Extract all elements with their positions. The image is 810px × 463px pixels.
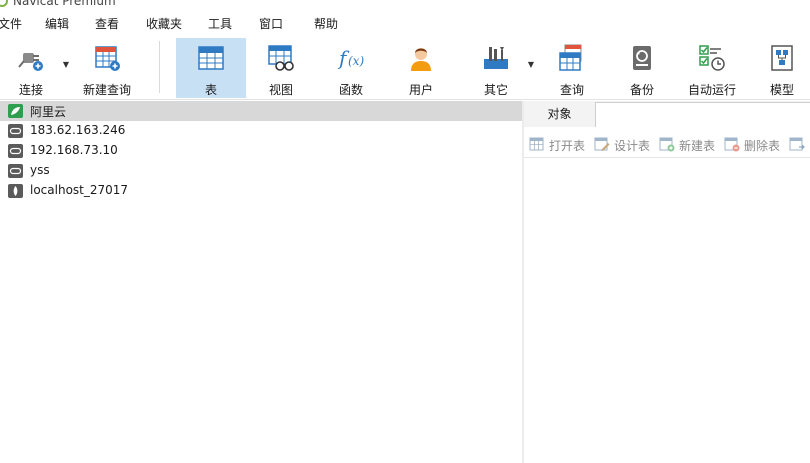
new-table-label: 新建表: [679, 139, 716, 153]
automation-button[interactable]: 自动运行: [677, 38, 747, 98]
connection-label: 192.168.73.10: [30, 143, 118, 157]
connect-button[interactable]: 连接: [4, 38, 58, 98]
user-button[interactable]: 用户: [386, 38, 456, 98]
user-label: 用户: [408, 83, 433, 97]
tab-strip: 对象: [524, 101, 810, 127]
new-table-icon: [659, 137, 675, 152]
connect-dropdown-arrow-icon[interactable]: ▼: [61, 60, 71, 70]
new-query-label: 新建查询: [82, 83, 131, 97]
main-toolbar: 连接 ▼ 新建查询 表 视图 f (x) 函数 用户 其它 ▼ 查询 备份 自动…: [0, 35, 810, 100]
connection-183-62-163-246[interactable]: 183.62.163.246: [0, 121, 522, 141]
backup-label: 备份: [629, 83, 654, 97]
table-icon: [198, 46, 224, 70]
menu-edit[interactable]: 编辑: [45, 15, 69, 32]
user-icon: [411, 48, 431, 71]
query-button[interactable]: 查询: [537, 38, 607, 98]
tab-object[interactable]: 对象: [524, 101, 595, 127]
model-button[interactable]: 模型: [752, 38, 810, 98]
connection-label: 183.62.163.246: [30, 123, 126, 137]
query-icon: [559, 44, 582, 71]
model-label: 模型: [769, 83, 794, 97]
toolbar-separator: [159, 41, 160, 93]
table-label: 表: [204, 83, 217, 97]
backup-button[interactable]: 备份: [607, 38, 677, 98]
menu-bar: 文件 编辑 查看 收藏夹 工具 窗口 帮助: [0, 11, 810, 35]
tab-empty-area: [595, 102, 810, 127]
connection-label: localhost_27017: [30, 183, 129, 197]
new-query-icon: [95, 46, 120, 71]
delete-table-label: 删除表: [744, 139, 781, 153]
new-query-button[interactable]: 新建查询: [77, 38, 137, 98]
title-bar: Navicat Premium: [0, 0, 810, 11]
backup-icon: [633, 46, 651, 70]
object-toolbar: 打开表 设计表 新建表 删除表: [524, 128, 810, 158]
automation-schedule-icon: [699, 45, 725, 71]
connection-tree: 阿里云 183.62.163.246 192.168.73.10 yss loc…: [0, 101, 522, 463]
connection-label: 阿里云: [30, 105, 67, 119]
connect-label: 连接: [18, 83, 43, 97]
tools-icon: [484, 47, 508, 69]
object-panel: 对象 打开表 设计表 新建表 删除表: [524, 101, 810, 463]
query-label: 查询: [559, 83, 584, 97]
menu-file[interactable]: 文件: [0, 15, 22, 32]
import-table-icon: [789, 137, 805, 151]
server-icon: [8, 164, 23, 178]
function-fx-icon: f (x): [337, 46, 364, 70]
connection-192-168-73-10[interactable]: 192.168.73.10: [0, 141, 522, 161]
connection-label: yss: [30, 163, 50, 177]
other-dropdown-arrow-icon[interactable]: ▼: [526, 60, 536, 70]
menu-tools[interactable]: 工具: [208, 15, 232, 32]
menu-help[interactable]: 帮助: [314, 15, 338, 32]
menu-favorites[interactable]: 收藏夹: [146, 15, 182, 32]
model-icon: [771, 45, 793, 71]
svg-text:(x): (x): [348, 54, 364, 68]
other-button[interactable]: 其它: [466, 38, 526, 98]
view-label: 视图: [268, 83, 293, 97]
design-table-label: 设计表: [614, 139, 651, 153]
design-table-icon: [594, 137, 610, 151]
menu-view[interactable]: 查看: [95, 15, 119, 32]
server-icon: [8, 144, 23, 158]
table-button[interactable]: 表: [176, 38, 246, 98]
connection-aliyun[interactable]: 阿里云: [0, 101, 522, 121]
view-button[interactable]: 视图: [246, 38, 316, 98]
function-button[interactable]: f (x) 函数: [316, 38, 386, 98]
mysql-leaf-icon: [8, 104, 23, 118]
navicat-logo-icon: [0, 0, 8, 7]
function-label: 函数: [338, 83, 363, 97]
connection-yss[interactable]: yss: [0, 161, 522, 181]
plug-connect-icon: [18, 53, 43, 71]
mongodb-leaf-icon: [8, 184, 23, 198]
window-title: Navicat Premium: [13, 0, 116, 8]
import-table-button[interactable]: [789, 136, 810, 152]
open-table-label: 打开表: [549, 139, 586, 153]
open-table-icon: [529, 137, 544, 151]
delete-table-icon: [724, 137, 740, 152]
automation-label: 自动运行: [687, 83, 736, 97]
menu-window[interactable]: 窗口: [259, 15, 283, 32]
connection-localhost-27017[interactable]: localhost_27017: [0, 181, 522, 201]
other-label: 其它: [483, 83, 508, 97]
server-icon: [8, 124, 23, 138]
view-icon: [268, 45, 294, 71]
